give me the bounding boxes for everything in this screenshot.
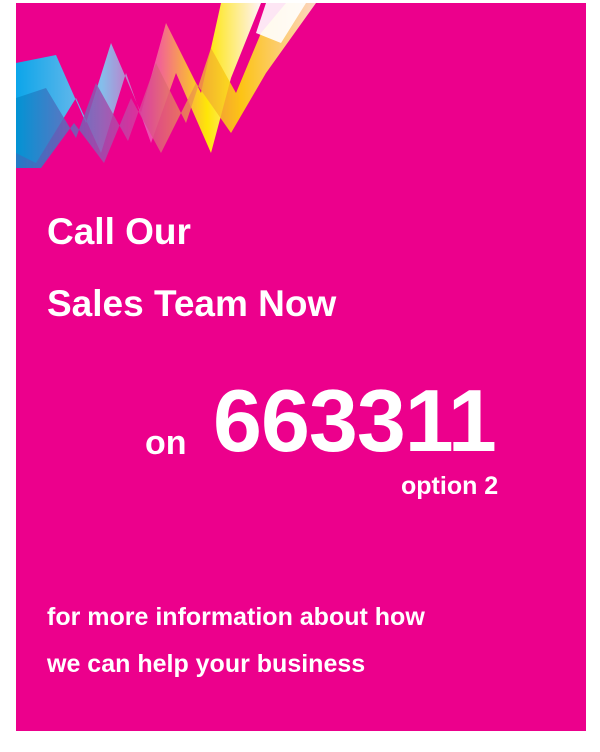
multicolor-ribbon-icon — [16, 3, 316, 168]
headline-line-2: Sales Team Now — [47, 283, 337, 324]
info-line-2: we can help your business — [47, 650, 366, 678]
phone-prefix: on — [145, 424, 187, 462]
headline-line-1: Call Our — [47, 211, 191, 252]
phone-number: 663311 — [213, 371, 497, 470]
promo-card: Call Our Sales Team Now on 663311 option… — [16, 3, 586, 731]
info-line-1: for more information about how — [47, 603, 425, 631]
phone-option: option 2 — [401, 472, 499, 500]
